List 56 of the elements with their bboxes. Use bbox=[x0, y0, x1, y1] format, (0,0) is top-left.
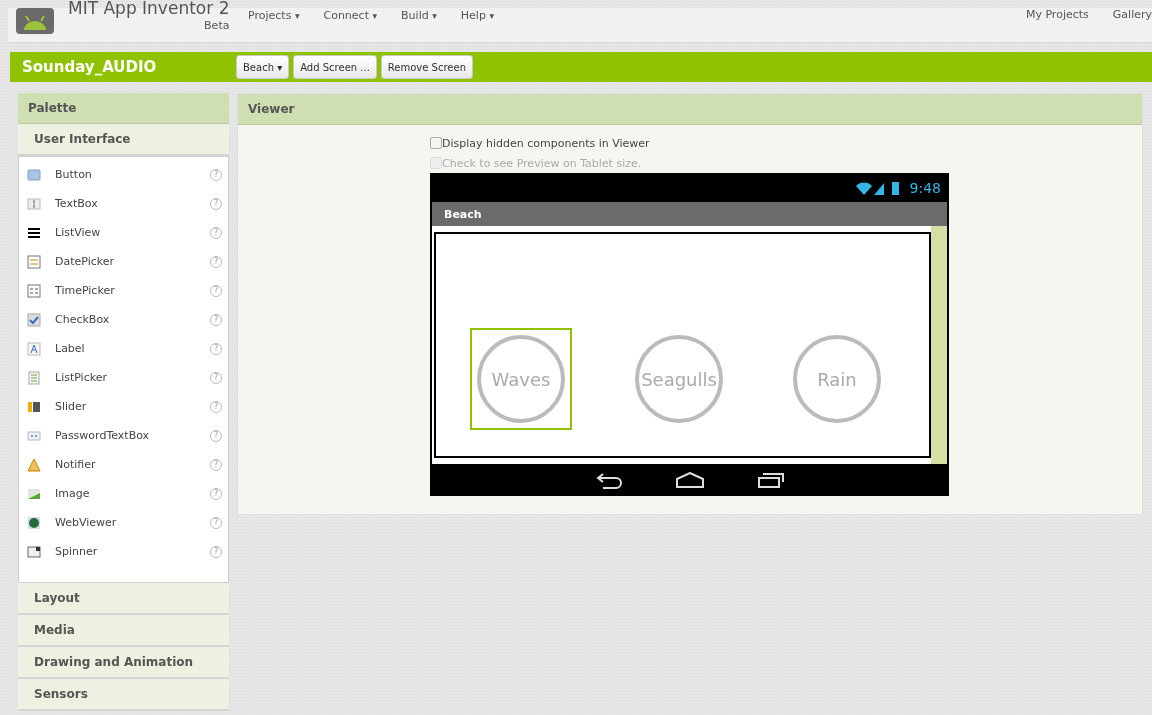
app-title: MIT App Inventor 2 bbox=[68, 0, 230, 17]
checkbox-label: Check to see Preview on Tablet size. bbox=[442, 156, 642, 170]
component-item[interactable]: CheckBox bbox=[55, 313, 210, 326]
home-icon[interactable] bbox=[674, 472, 705, 488]
status-time: 9:48 bbox=[909, 179, 941, 196]
back-icon[interactable] bbox=[594, 471, 623, 489]
checkbox-label: Display hidden components in Viewer bbox=[442, 136, 650, 150]
checkbox-icon bbox=[27, 312, 41, 327]
menu-item[interactable]: Projects ▾ bbox=[248, 9, 300, 22]
component-item[interactable]: Spinner bbox=[55, 545, 210, 558]
component-item[interactable]: Button bbox=[55, 168, 210, 181]
palette-section[interactable]: Drawing and Animation bbox=[18, 647, 229, 679]
listview-icon bbox=[27, 225, 41, 240]
password-icon bbox=[27, 428, 41, 443]
spinner-icon bbox=[27, 544, 41, 559]
recents-icon[interactable] bbox=[756, 472, 785, 488]
button-icon bbox=[27, 167, 41, 182]
component-item[interactable]: TextBox bbox=[55, 197, 210, 210]
textbox-icon bbox=[27, 196, 41, 211]
checkbox[interactable] bbox=[430, 137, 442, 149]
webviewer-icon bbox=[27, 515, 41, 530]
timepicker-icon bbox=[27, 283, 41, 298]
nav-link[interactable]: My Projects bbox=[1025, 8, 1089, 21]
component-item[interactable]: ListView bbox=[55, 226, 210, 239]
component-item[interactable]: Notifier bbox=[55, 458, 210, 471]
palette-section[interactable]: Layout bbox=[18, 583, 229, 615]
android-logo bbox=[16, 8, 54, 34]
component-item[interactable]: WebViewer bbox=[55, 516, 210, 529]
component-item[interactable]: Image bbox=[55, 487, 210, 500]
project-name: Sounday_AUDIO bbox=[21, 58, 158, 76]
screen-title: Beach bbox=[432, 202, 947, 226]
palette-section[interactable]: Sensors bbox=[18, 679, 229, 711]
toolbar-button[interactable]: Add Screen ... bbox=[293, 55, 377, 79]
screen-dropdown[interactable]: Beach ▾ bbox=[236, 55, 290, 79]
listpicker-icon bbox=[27, 370, 41, 385]
palette-section[interactable]: User Interface bbox=[18, 124, 229, 156]
component-item[interactable]: PasswordTextBox bbox=[55, 429, 210, 442]
toolbar-button[interactable]: Remove Screen bbox=[380, 55, 473, 79]
menu-item[interactable]: Build ▾ bbox=[401, 9, 437, 22]
notifier-icon bbox=[27, 457, 41, 472]
image-icon bbox=[27, 486, 41, 501]
viewer-header: Viewer bbox=[238, 94, 1142, 125]
label-icon bbox=[27, 341, 41, 356]
beta-label: Beta bbox=[204, 19, 230, 32]
datepicker-icon bbox=[27, 254, 41, 269]
menu-item[interactable]: Help ▾ bbox=[460, 9, 494, 22]
component-item[interactable]: Label bbox=[55, 342, 210, 355]
nav-link[interactable]: Gallery bbox=[1112, 8, 1152, 21]
palette-section[interactable]: Media bbox=[18, 615, 229, 647]
slider-icon bbox=[27, 399, 41, 414]
component-item[interactable]: ListPicker bbox=[55, 371, 210, 384]
component-item[interactable]: TimePicker bbox=[55, 284, 210, 297]
menu-item[interactable]: Connect ▾ bbox=[323, 9, 378, 22]
component-item[interactable]: Slider bbox=[55, 400, 210, 413]
palette-header: Palette bbox=[18, 93, 229, 124]
component-item[interactable]: DatePicker bbox=[55, 255, 210, 268]
